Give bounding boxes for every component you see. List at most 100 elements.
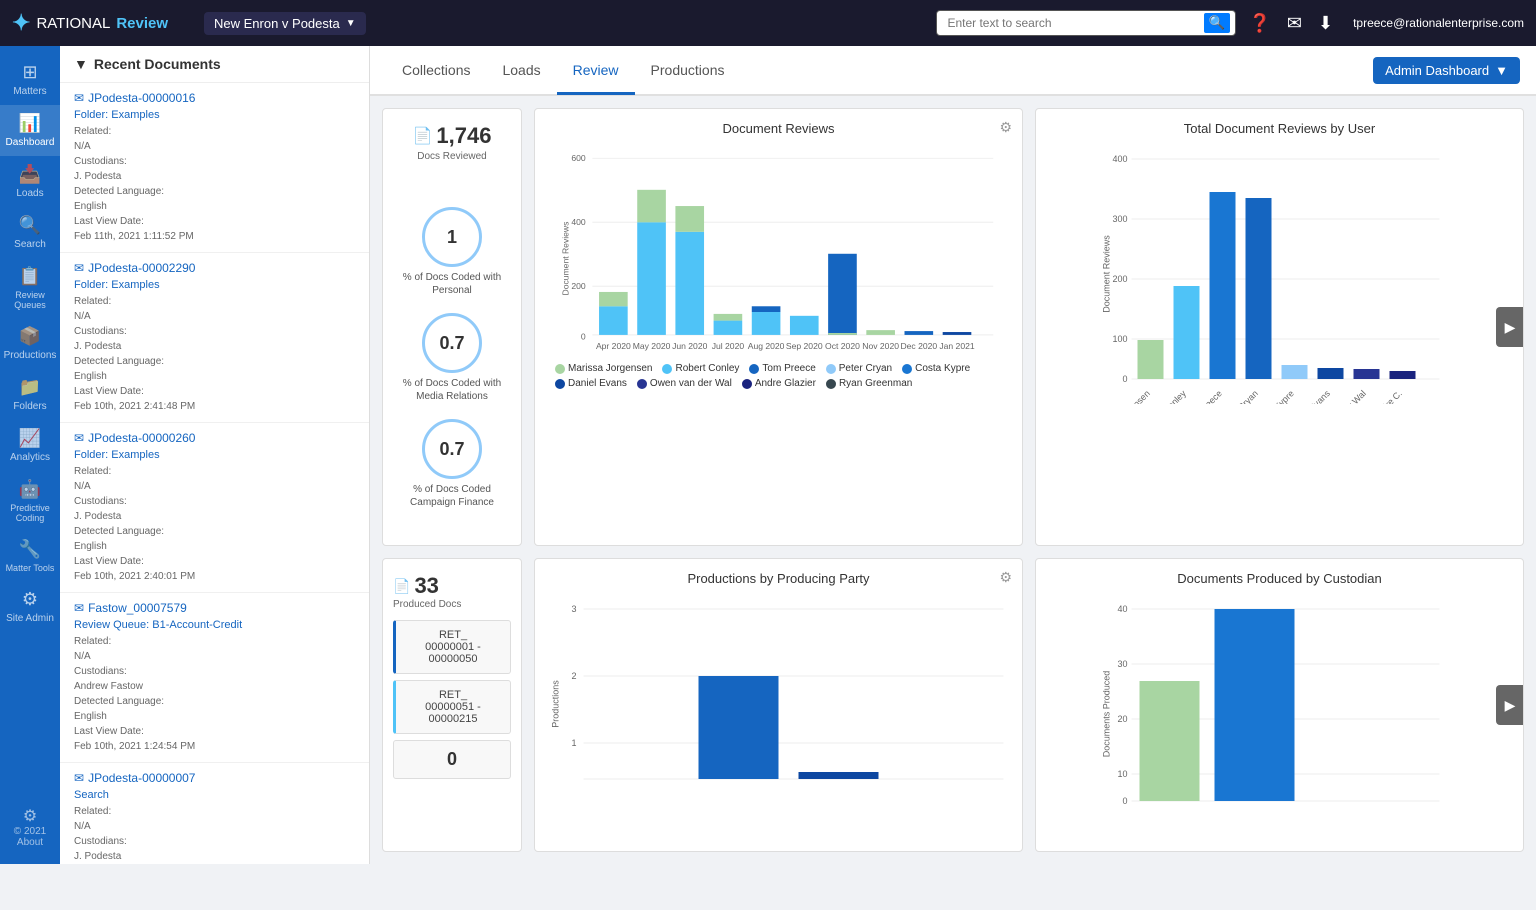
sidebar-item-site-admin[interactable]: ⚙ Site Admin (0, 581, 60, 632)
svg-text:Sep 2020: Sep 2020 (786, 341, 823, 351)
docs-reviewed-stat: 📄 1,746 Docs Reviewed (393, 123, 511, 162)
doc-item[interactable]: ✉ Fastow_00007579 Review Queue: B1-Accou… (60, 593, 369, 763)
help-icon[interactable]: ❓ (1248, 13, 1270, 34)
gear-icon[interactable]: ⚙ (999, 119, 1012, 136)
svg-text:600: 600 (571, 153, 586, 163)
about-link[interactable]: About (17, 837, 43, 848)
svg-text:Jun 2020: Jun 2020 (672, 341, 708, 351)
chevron-down-icon: ▼ (1495, 63, 1508, 78)
sidebar-item-review-queues[interactable]: 📋 Review Queues (0, 258, 60, 318)
svg-text:Costa Kypre: Costa Kypre (1254, 388, 1296, 404)
sidebar-item-dashboard[interactable]: 📊 Dashboard (0, 105, 60, 156)
logo: ✦ RATIONAL Review (12, 10, 192, 36)
svg-text:Andre C.: Andre C. (1372, 388, 1404, 404)
doc-item[interactable]: ✉ JPodesta-00000007 Search Related: N/A … (60, 763, 369, 864)
gear-icon[interactable]: ⚙ (999, 569, 1012, 586)
related: Related: N/A (74, 804, 355, 834)
svg-text:Dec 2020: Dec 2020 (900, 341, 937, 351)
right-content: Collections Loads Review Productions Adm… (370, 46, 1536, 864)
sidebar-bottom: ⚙ © 2021 About (6, 798, 54, 856)
language: Detected Language: English (74, 524, 355, 554)
doc-item-title: ✉ JPodesta-00000016 (74, 91, 355, 105)
svg-text:May 2020: May 2020 (633, 341, 671, 351)
total-reviews-title: Total Document Reviews by User (1048, 121, 1511, 136)
tab-review[interactable]: Review (557, 48, 635, 95)
tab-productions[interactable]: Productions (635, 48, 741, 95)
doc-meta: Related: N/A Custodians: J. Podesta Dete… (74, 124, 355, 244)
language: Detected Language: English (74, 354, 355, 384)
next-arrow[interactable]: ▶ (1496, 307, 1524, 347)
doc-item[interactable]: ✉ JPodesta-00000016 Folder: Examples Rel… (60, 83, 369, 253)
sidebar-item-folders[interactable]: 📁 Folders (0, 369, 60, 420)
top-nav: ✦ RATIONAL Review New Enron v Podesta ▼ … (0, 0, 1536, 46)
svg-text:Tom Preece: Tom Preece (1183, 388, 1224, 404)
doc-item[interactable]: ✉ JPodesta-00002290 Folder: Examples Rel… (60, 253, 369, 423)
settings-icon[interactable]: ⚙ (23, 806, 37, 826)
prod-range-2[interactable]: RET_00000051 -00000215 (393, 680, 511, 734)
doc-folder: Folder: Examples (74, 279, 355, 291)
sidebar-item-label: Site Admin (6, 613, 54, 624)
sidebar-item-matters[interactable]: ⊞ Matters (0, 54, 60, 105)
review-stats-panel: 📄 1,746 Docs Reviewed 1 % of Docs Coded … (382, 108, 522, 546)
sidebar-item-loads[interactable]: 📥 Loads (0, 156, 60, 207)
docs-reviewed-label: Docs Reviewed (393, 151, 511, 162)
dashboard-area: 📄 1,746 Docs Reviewed 1 % of Docs Coded … (370, 96, 1536, 864)
search-input[interactable] (936, 10, 1236, 36)
doc-meta: Related: N/A Custodians: Andrew Fastow D… (74, 634, 355, 754)
sidebar-item-label: Matter Tools (6, 563, 55, 573)
doc-icon: 📄 (413, 126, 433, 146)
produced-docs-label: Produced Docs (393, 599, 511, 610)
download-icon[interactable]: ⬇ (1318, 13, 1333, 34)
pct-campaign-stat: 0.7 % of Docs Coded Campaign Finance (393, 419, 511, 509)
matter-tools-icon: 🔧 (19, 539, 41, 560)
recent-docs-header: ▼ Recent Documents (60, 46, 369, 83)
search-button[interactable]: 🔍 (1204, 13, 1231, 33)
productions-stats-panel: 📄 33 Produced Docs RET_00000001 -0000005… (382, 558, 522, 852)
sidebar-item-productions[interactable]: 📦 Productions (0, 318, 60, 369)
last-view: Last View Date: Feb 10th, 2021 2:40:01 P… (74, 554, 355, 584)
tab-collections[interactable]: Collections (386, 48, 486, 95)
doc-folder: Folder: Examples (74, 109, 355, 121)
custodian-chart-title: Documents Produced by Custodian (1048, 571, 1511, 586)
next-arrow[interactable]: ▶ (1496, 685, 1524, 725)
doc-item-title: ✉ JPodesta-00000260 (74, 431, 355, 445)
admin-dashboard-dropdown[interactable]: Admin Dashboard ▼ (1373, 57, 1520, 84)
project-selector[interactable]: New Enron v Podesta ▼ (204, 12, 366, 35)
search-icon: 🔍 (19, 215, 41, 236)
loads-icon: 📥 (19, 164, 41, 185)
svg-text:Document Reviews: Document Reviews (1102, 235, 1112, 313)
svg-text:100: 100 (1112, 334, 1127, 344)
doc-reviews-legend: Marissa Jorgensen Robert Conley Tom Pree… (547, 363, 1010, 389)
prod-range-3: 0 (393, 740, 511, 779)
sidebar-item-label: Loads (16, 188, 43, 199)
sidebar-item-search[interactable]: 🔍 Search (0, 207, 60, 258)
productions-svg: 3 2 1 Productions (547, 594, 1010, 794)
doc-reviews-svg: 600 400 200 0 Document Reviews (547, 144, 1010, 354)
docs-reviewed-value: 📄 1,746 (393, 123, 511, 149)
sidebar-item-label: Predictive Coding (4, 503, 56, 523)
sidebar-item-analytics[interactable]: 📈 Analytics (0, 420, 60, 471)
sidebar-item-predictive-coding[interactable]: 🤖 Predictive Coding (0, 471, 60, 531)
sidebar-item-matter-tools[interactable]: 🔧 Matter Tools (0, 531, 60, 581)
email-icon: ✉ (74, 771, 84, 785)
mail-icon[interactable]: ✉ (1287, 13, 1302, 34)
doc-id: Fastow_00007579 (88, 601, 187, 615)
related: Related: N/A (74, 634, 355, 664)
custodians: Custodians: J. Podesta (74, 154, 355, 184)
email-icon: ✉ (74, 431, 84, 445)
tab-loads[interactable]: Loads (486, 48, 556, 95)
admin-label: Admin Dashboard (1385, 63, 1489, 78)
total-reviews-svg: 400 300 200 100 0 Document Reviews (1048, 144, 1511, 404)
total-reviews-chart-panel: Total Document Reviews by User 400 300 2… (1035, 108, 1524, 546)
svg-text:40: 40 (1117, 604, 1127, 614)
svg-text:Marissa Jorgensen: Marissa Jorgensen (1091, 388, 1152, 404)
svg-text:30: 30 (1117, 659, 1127, 669)
svg-text:400: 400 (1112, 154, 1127, 164)
tab-bar: Collections Loads Review Productions Adm… (370, 46, 1536, 96)
project-name: New Enron v Podesta (214, 16, 340, 31)
doc-item[interactable]: ✉ JPodesta-00000260 Folder: Examples Rel… (60, 423, 369, 593)
collapse-icon[interactable]: ▼ (74, 56, 88, 72)
prod-range-1[interactable]: RET_00000001 -00000050 (393, 620, 511, 674)
sidebar-item-label: Review Queues (4, 290, 56, 310)
svg-text:1: 1 (571, 738, 576, 748)
